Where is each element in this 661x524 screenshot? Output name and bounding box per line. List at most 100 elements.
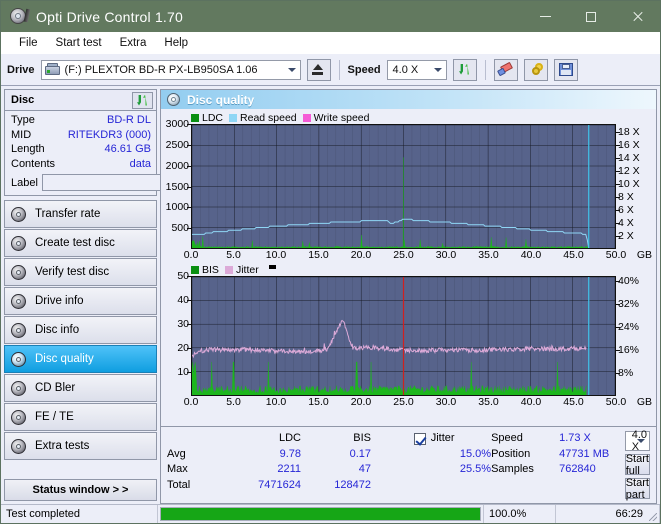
stats-row-label: Total xyxy=(167,478,191,491)
y2-tick-label: 8% xyxy=(618,366,634,379)
x-tick-label: 40.0 xyxy=(520,249,542,261)
x-tick-label: 20.0 xyxy=(350,249,372,261)
y2-tick-label: 4 X xyxy=(618,216,634,229)
legend-item-jitter: Jitter xyxy=(224,264,259,276)
stats-corner xyxy=(167,431,223,447)
charts-container: LDC Read speed Write speed 500 1000 1500… xyxy=(161,109,656,426)
statistics-panel: LDC BIS Avg 9.78 0.17 Max 2211 47 Total … xyxy=(161,426,656,503)
disc-panel-title: Disc xyxy=(11,94,35,106)
sidebar-item-transfer-rate[interactable]: Transfer rate xyxy=(4,200,157,228)
y2-tick-mark xyxy=(616,222,620,224)
drive-select[interactable]: (F:) PLEXTOR BD-R PX-LB950SA 1.06 xyxy=(40,59,301,80)
stats-row-total: Total 7471624 128472 xyxy=(167,478,375,494)
drive-select-value: (F:) PLEXTOR BD-R PX-LB950SA 1.06 xyxy=(64,63,258,76)
disc-label-row: Label xyxy=(11,173,244,192)
sidebar-item-verify-test-disc[interactable]: Verify test disc xyxy=(4,258,157,286)
speed-label: Speed xyxy=(491,432,523,444)
menu-item-start-test[interactable]: Start test xyxy=(47,35,111,51)
save-button[interactable] xyxy=(553,58,578,81)
menu-item-extra[interactable]: Extra xyxy=(111,35,156,51)
sidebar-item-disc-quality[interactable]: Disc quality xyxy=(4,345,157,373)
y2-tick-label: 8 X xyxy=(618,190,634,203)
disc-icon xyxy=(11,322,26,338)
x-tick-label: 10.0 xyxy=(265,396,287,408)
maximize-button[interactable] xyxy=(568,1,614,32)
chevron-down-icon xyxy=(433,67,442,72)
sidebar-item-label: Disc quality xyxy=(35,353,94,365)
status-message: Test completed xyxy=(1,505,158,523)
resize-grip[interactable] xyxy=(648,505,660,523)
page-title: Disc quality xyxy=(187,92,255,107)
sidebar-item-label: Create test disc xyxy=(35,237,115,249)
chart2-x-axis: 0.0 5.0 10.0 15.0 20.0 25.0 30.0 35.0 40.0 45.0 50… xyxy=(184,396,652,410)
stats-table: LDC BIS Avg 9.78 0.17 Max 2211 47 Total … xyxy=(167,431,375,499)
eraser-icon xyxy=(496,61,514,77)
stats-col-header-ldc: LDC xyxy=(278,432,301,444)
sidebar-item-drive-info[interactable]: Drive info xyxy=(4,287,157,315)
y-tick-label: 1000 xyxy=(165,201,189,214)
speed-select[interactable]: 4.0 X xyxy=(386,59,447,80)
chart1-plot xyxy=(191,124,616,249)
y2-tick-label: 24% xyxy=(618,320,640,333)
stats-max-ldc: 2211 xyxy=(277,463,301,475)
x-tick-label: 50.0 xyxy=(605,249,627,261)
chart1-x-axis: 0.0 5.0 10.0 15.0 20.0 25.0 30.0 35.0 40.0 45.0 50… xyxy=(184,249,652,263)
sidebar-item-cd-bler[interactable]: CD Bler xyxy=(4,374,157,402)
stats-row-avg: Avg 9.78 0.17 xyxy=(167,447,375,463)
y2-tick-label: 12 X xyxy=(618,164,640,177)
x-tick-label: 35.0 xyxy=(478,249,499,261)
speed-value: 1.73 X xyxy=(559,432,591,444)
disc-refresh-button[interactable] xyxy=(132,92,153,109)
key-icon xyxy=(528,63,544,76)
eject-button[interactable] xyxy=(306,58,331,81)
position-label: Position xyxy=(491,447,531,460)
position-value: 47731 MB xyxy=(559,447,610,460)
x-tick-label: 0.0 xyxy=(183,396,199,408)
key-button[interactable] xyxy=(523,58,548,81)
start-part-button[interactable]: Start part xyxy=(624,477,650,501)
disc-row-type: Type BD-R DL xyxy=(11,113,151,128)
status-window-button[interactable]: Status window > > xyxy=(4,479,157,501)
menu-item-file[interactable]: File xyxy=(10,35,47,51)
x-axis-unit: GB xyxy=(636,249,652,261)
legend-swatch-jitter xyxy=(224,265,233,274)
stats-row-label: Max xyxy=(167,463,188,475)
legend-label-ldc: LDC xyxy=(202,111,224,124)
chart1-legend: LDC Read speed Write speed xyxy=(161,111,656,124)
minimize-button[interactable] xyxy=(522,1,568,32)
disc-mid-value: RITEKDR3 (000) xyxy=(67,128,151,141)
jitter-checkbox[interactable] xyxy=(413,432,426,445)
sidebar-item-label: Verify test disc xyxy=(35,266,110,278)
legend-swatch-ldc xyxy=(191,113,199,122)
app-disc-pen-icon xyxy=(9,7,31,26)
disc-icon xyxy=(11,206,26,222)
sidebar-item-disc-info[interactable]: Disc info xyxy=(4,316,157,344)
window-controls xyxy=(522,1,660,32)
x-tick-label: 0.0 xyxy=(183,249,199,261)
x-tick-label: 15.0 xyxy=(308,396,329,408)
sidebar-item-extra-tests[interactable]: Extra tests xyxy=(4,432,157,460)
y2-tick-label: 14 X xyxy=(618,151,640,164)
close-button[interactable] xyxy=(614,1,660,32)
sidebar-item-create-test-disc[interactable]: Create test disc xyxy=(4,229,157,257)
x-axis-unit: GB xyxy=(636,396,652,408)
y2-tick-mark xyxy=(616,209,620,211)
disc-icon xyxy=(11,409,26,425)
disc-quality-panel: Disc quality LDC Read speed Write speed … xyxy=(160,89,657,504)
progress-track xyxy=(160,507,481,521)
start-full-button[interactable]: Start full xyxy=(624,453,650,477)
jitter-checkbox-row[interactable]: Jitter xyxy=(377,431,491,447)
refresh-button[interactable] xyxy=(452,58,477,81)
sidebar-item-fe-te[interactable]: FE / TE xyxy=(4,403,157,431)
chart-ldc-readspeed: LDC Read speed Write speed 500 1000 1500… xyxy=(161,111,656,263)
stats-row-label: Avg xyxy=(167,447,186,460)
disc-icon xyxy=(11,264,26,280)
menu-item-help[interactable]: Help xyxy=(155,35,197,51)
nav-list: Transfer rate Create test disc Verify te… xyxy=(4,200,157,461)
legend-label-write-speed: Write speed xyxy=(313,111,370,124)
test-speed-select[interactable]: 4.0 X xyxy=(624,429,650,453)
disc-icon xyxy=(11,351,26,367)
disc-quality-icon xyxy=(167,93,180,106)
erase-button[interactable] xyxy=(493,58,518,81)
